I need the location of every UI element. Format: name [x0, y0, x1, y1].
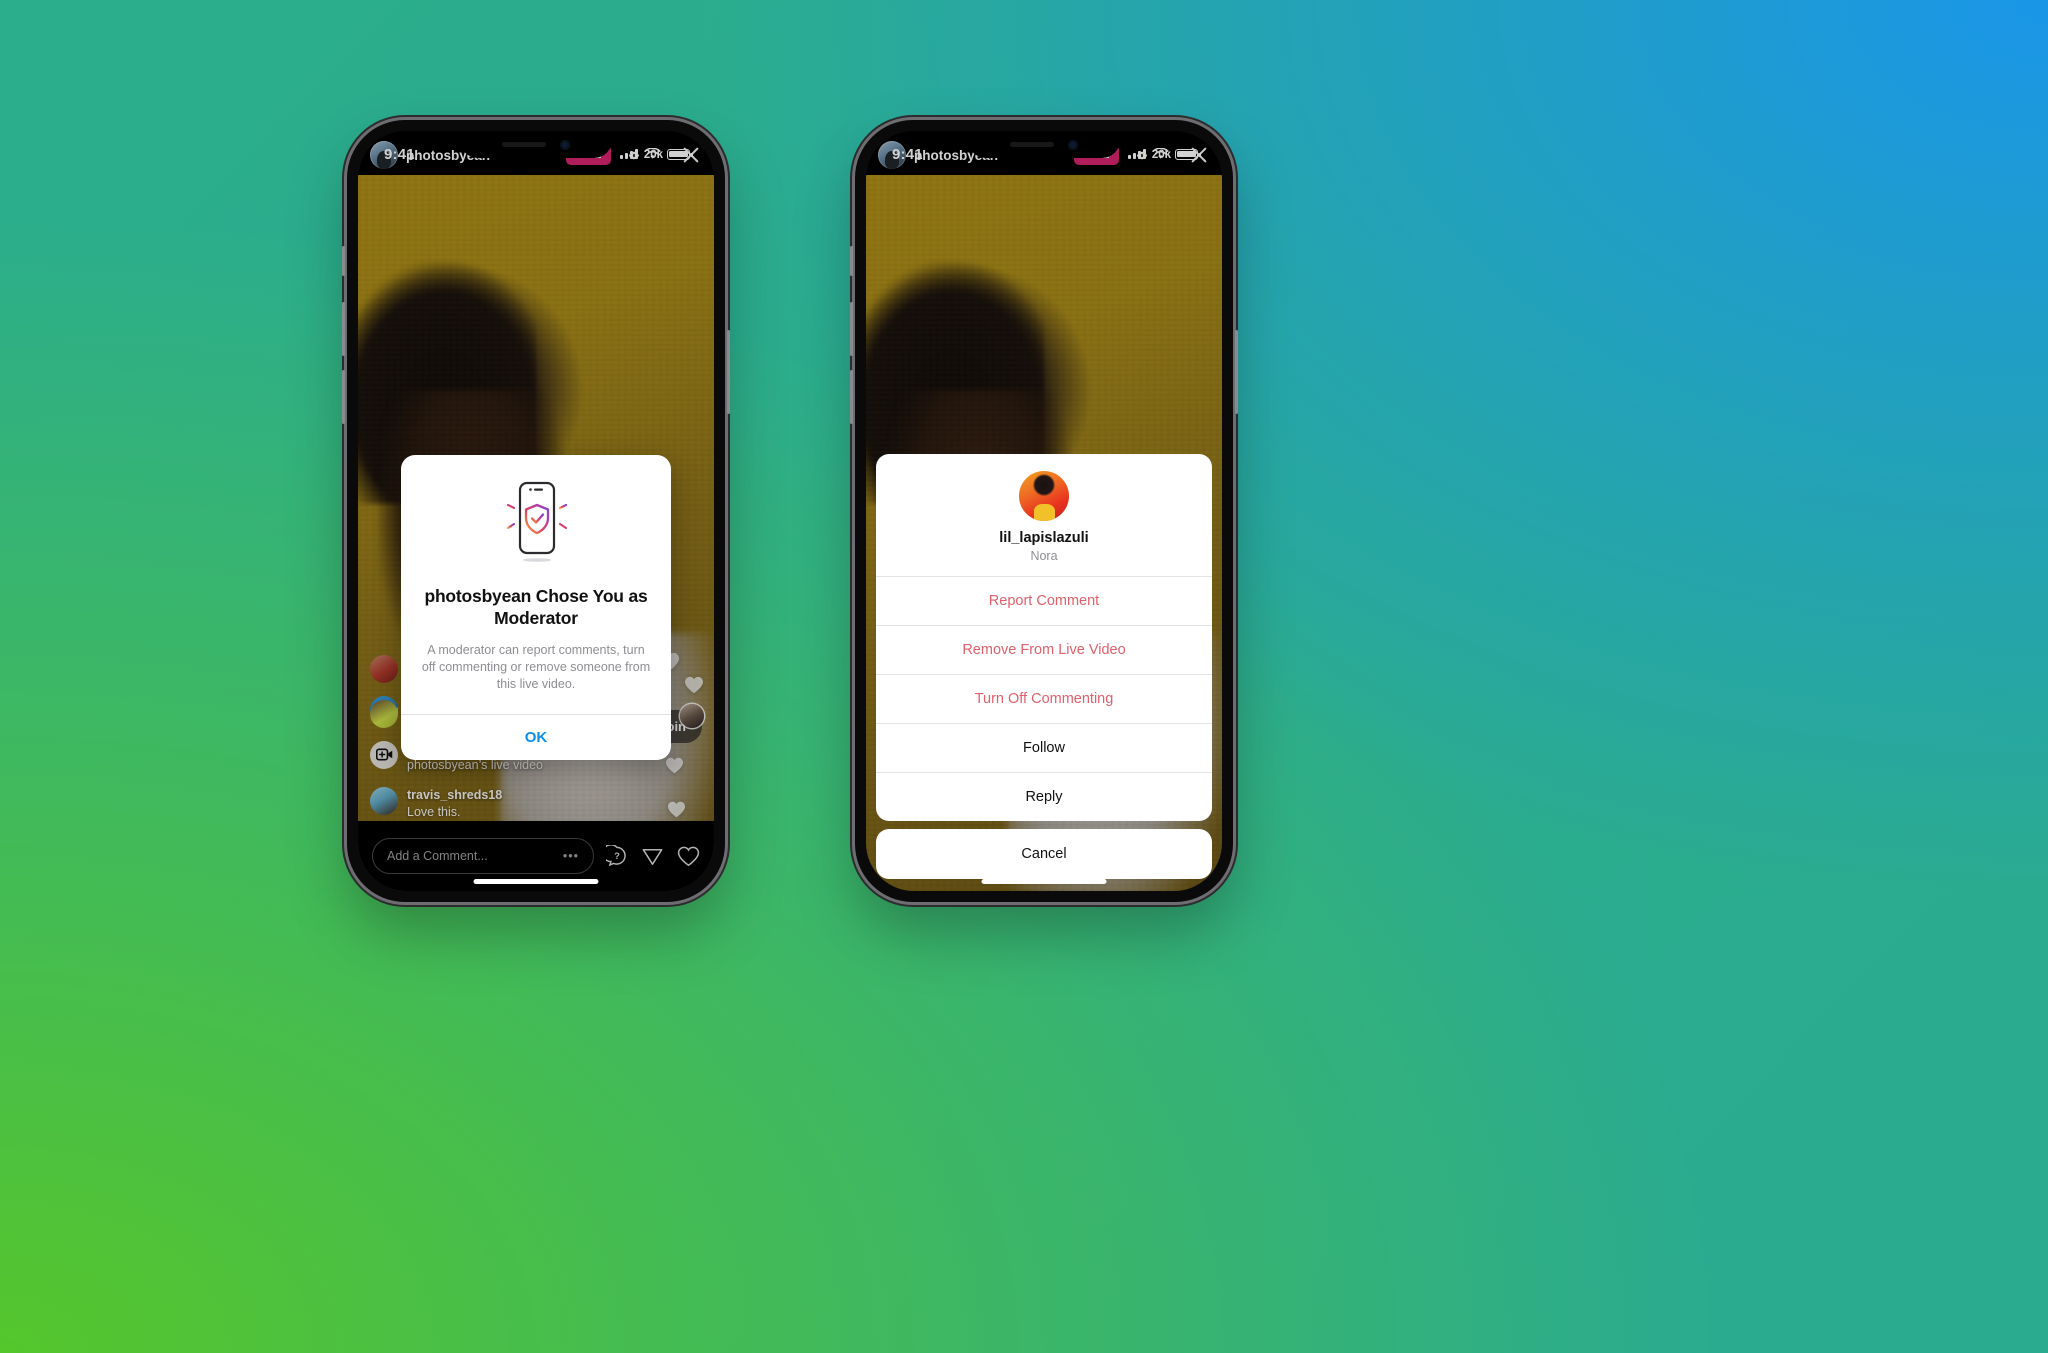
action-sheet-panel: lil_lapislazuli Nora Report Comment Remo…: [876, 454, 1212, 821]
action-remove-from-live-video[interactable]: Remove From Live Video: [876, 626, 1212, 675]
modal-description: A moderator can report comments, turn of…: [421, 642, 651, 692]
phone-left: 9:41 photosbyean LIVE: [342, 120, 730, 902]
cancel-button[interactable]: Cancel: [876, 829, 1212, 879]
mute-switch[interactable]: [850, 246, 853, 276]
action-report-comment[interactable]: Report Comment: [876, 577, 1212, 626]
avatar: [1019, 471, 1069, 521]
home-indicator[interactable]: [473, 879, 599, 884]
modal-body: photosbyean Chose You as Moderator A mod…: [401, 455, 671, 714]
sheet-display-name: Nora: [1030, 549, 1058, 563]
phone-shield-check-icon: [503, 481, 571, 562]
phone-right: 9:41 photosbyean LIVE: [850, 120, 1238, 902]
action-sheet-header: lil_lapislazuli Nora: [876, 454, 1212, 577]
mute-switch[interactable]: [342, 246, 345, 276]
sheet-username: lil_lapislazuli: [999, 530, 1089, 546]
action-reply[interactable]: Reply: [876, 773, 1212, 821]
power-button[interactable]: [727, 330, 730, 414]
action-turn-off-commenting[interactable]: Turn Off Commenting: [876, 675, 1212, 724]
screen-left: 9:41 photosbyean LIVE: [358, 131, 714, 891]
volume-down-button[interactable]: [850, 370, 853, 424]
volume-up-button[interactable]: [342, 302, 345, 356]
screen-right: 9:41 photosbyean LIVE: [866, 131, 1222, 891]
modal-ok-button[interactable]: OK: [401, 715, 671, 760]
volume-up-button[interactable]: [850, 302, 853, 356]
home-indicator[interactable]: [981, 879, 1107, 884]
volume-down-button[interactable]: [342, 370, 345, 424]
moderator-modal: photosbyean Chose You as Moderator A mod…: [401, 455, 671, 760]
action-sheet: lil_lapislazuli Nora Report Comment Remo…: [876, 454, 1212, 879]
action-follow[interactable]: Follow: [876, 724, 1212, 773]
power-button[interactable]: [1235, 330, 1238, 414]
modal-title: photosbyean Chose You as Moderator: [424, 586, 648, 628]
